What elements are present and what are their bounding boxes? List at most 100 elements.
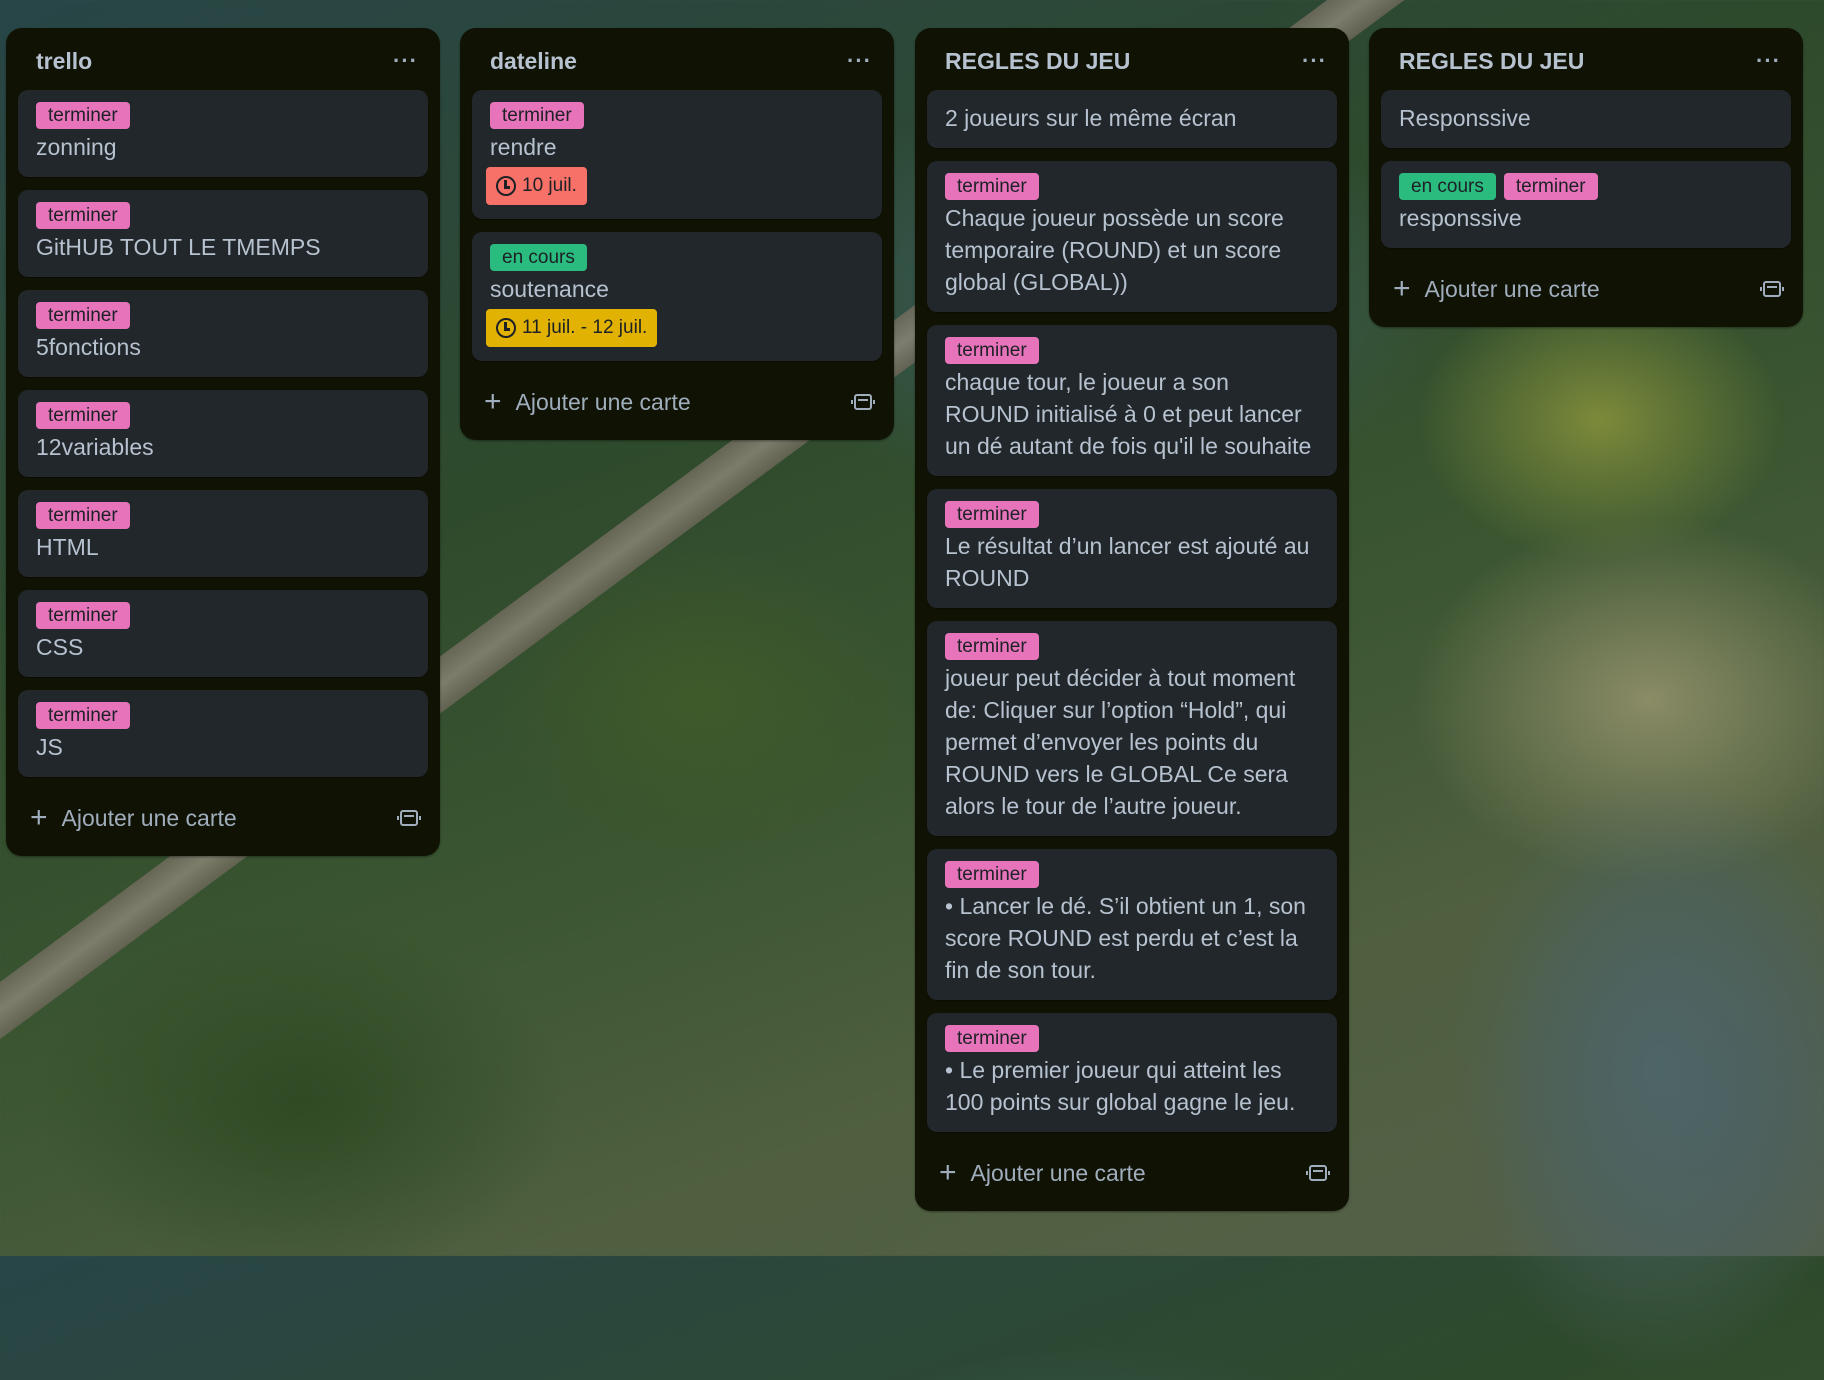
list-title[interactable]: REGLES DU JEU [945,48,1130,75]
card-labels: terminer [36,702,410,729]
card[interactable]: en cours terminer responssive [1381,161,1791,248]
label-terminer[interactable]: terminer [36,702,130,729]
card-title: Chaque joueur possède un score temporair… [945,205,1284,295]
card[interactable]: 2 joueurs sur le même écran [927,90,1337,148]
list-1: dateline ··· terminer rendre 10 juil. en cour… [460,28,894,440]
card[interactable]: terminer 5fonctions [18,290,428,377]
list-title[interactable]: trello [36,48,92,75]
ellipsis-icon[interactable]: ··· [1756,48,1781,74]
card[interactable]: terminer JS [18,690,428,777]
plus-icon: + [484,385,502,418]
card-labels: en cours terminer [1399,173,1773,200]
card[interactable]: terminer Le résultat d’un lancer est ajou… [927,489,1337,608]
card-title: joueur peut décider à tout moment de: Cl… [945,665,1296,819]
card-title: Le résultat d’un lancer est ajouté au RO… [945,533,1310,591]
add-card-button[interactable]: + Ajouter une carte [927,1145,1337,1201]
list-header: REGLES DU JEU ··· [1381,40,1791,82]
label-terminer[interactable]: terminer [36,502,130,529]
card-labels: terminer [36,102,410,129]
card-template-icon[interactable] [1760,281,1784,297]
card-labels: terminer [36,202,410,229]
card-template-icon[interactable] [1306,1165,1330,1181]
label-terminer[interactable]: terminer [945,337,1039,364]
add-card-button[interactable]: + Ajouter une carte [18,790,428,846]
label-en-cours[interactable]: en cours [1399,173,1496,200]
card[interactable]: terminer rendre 10 juil. [472,90,882,219]
card-title: chaque tour, le joueur a son ROUND initi… [945,369,1312,459]
card-title: HTML [36,534,99,560]
label-terminer[interactable]: terminer [36,102,130,129]
list-0: trello ··· terminer zonning terminer GitHUB T… [6,28,440,856]
card-template-icon[interactable] [397,810,421,826]
card-labels: terminer [36,602,410,629]
label-terminer[interactable]: terminer [36,202,130,229]
card-labels: terminer [36,302,410,329]
board: trello ··· terminer zonning terminer GitHUB T… [0,0,1824,1256]
add-card-button[interactable]: + Ajouter une carte [472,374,882,430]
label-terminer[interactable]: terminer [490,102,584,129]
list-3: REGLES DU JEU ··· Responssive en cours termi… [1369,28,1803,327]
ellipsis-icon[interactable]: ··· [393,48,418,74]
card-title: GitHUB TOUT LE TMEMPS [36,234,321,260]
ellipsis-icon[interactable]: ··· [847,48,872,74]
card-labels: terminer [945,337,1319,364]
add-card-button[interactable]: + Ajouter une carte [1381,261,1791,317]
due-date-badge[interactable]: 10 juil. [486,167,587,205]
card[interactable]: terminer chaque tour, le joueur a son ROU… [927,325,1337,476]
list-header: dateline ··· [472,40,882,82]
card[interactable]: terminer • Le premier joueur qui atteint … [927,1013,1337,1132]
label-terminer[interactable]: terminer [1503,173,1598,200]
card[interactable]: terminer GitHUB TOUT LE TMEMPS [18,190,428,277]
label-terminer[interactable]: terminer [945,633,1039,660]
card[interactable]: terminer Chaque joueur possède un score t… [927,161,1337,312]
card[interactable]: terminer zonning [18,90,428,177]
add-card-left: + Ajouter une carte [1393,274,1600,304]
label-en-cours[interactable]: en cours [490,244,587,271]
card[interactable]: terminer joueur peut décider à tout momen… [927,621,1337,836]
card-title: • Lancer le dé. S’il obtient un 1, son s… [945,893,1306,983]
card[interactable]: terminer • Lancer le dé. S’il obtient un … [927,849,1337,1000]
add-card-label: Ajouter une carte [970,1159,1146,1186]
list-title[interactable]: dateline [490,48,577,75]
card[interactable]: en cours soutenance 11 juil. - 12 juil. [472,232,882,361]
list-header: REGLES DU JEU ··· [927,40,1337,82]
card-title: Responssive [1399,105,1531,131]
card[interactable]: terminer HTML [18,490,428,577]
label-terminer[interactable]: terminer [945,1025,1039,1052]
label-terminer[interactable]: terminer [36,402,130,429]
card-title: rendre [490,134,557,160]
card-title: 12variables [36,434,154,460]
ellipsis-icon[interactable]: ··· [1302,48,1327,74]
list-title[interactable]: REGLES DU JEU [1399,48,1584,75]
card[interactable]: terminer 12variables [18,390,428,477]
card-title: zonning [36,134,117,160]
card-labels: terminer [36,502,410,529]
clock-icon [496,176,516,196]
label-terminer[interactable]: terminer [945,861,1039,888]
label-terminer[interactable]: terminer [945,501,1039,528]
label-terminer[interactable]: terminer [36,602,130,629]
label-terminer[interactable]: terminer [36,302,130,329]
card-title: JS [36,734,63,760]
card-template-icon[interactable] [851,394,875,410]
card-title: CSS [36,634,84,660]
plus-icon: + [30,801,48,834]
card-labels: en cours [490,244,864,271]
plus-icon: + [939,1156,957,1189]
card[interactable]: Responssive [1381,90,1791,148]
card-title: 5fonctions [36,334,141,360]
card[interactable]: terminer CSS [18,590,428,677]
due-date-text: 10 juil. [522,175,577,196]
add-card-label: Ajouter une carte [1424,275,1600,302]
card-labels: terminer [945,861,1319,888]
card-labels: terminer [490,102,864,129]
card-labels: terminer [945,173,1319,200]
add-card-label: Ajouter une carte [61,804,237,831]
card-labels: terminer [36,402,410,429]
card-title: 2 joueurs sur le même écran [945,105,1237,131]
add-card-left: + Ajouter une carte [484,387,691,417]
list-2: REGLES DU JEU ··· 2 joueurs sur le même éc… [915,28,1349,1211]
label-terminer[interactable]: terminer [945,173,1039,200]
card-labels: terminer [945,633,1319,660]
due-date-badge[interactable]: 11 juil. - 12 juil. [486,309,658,347]
